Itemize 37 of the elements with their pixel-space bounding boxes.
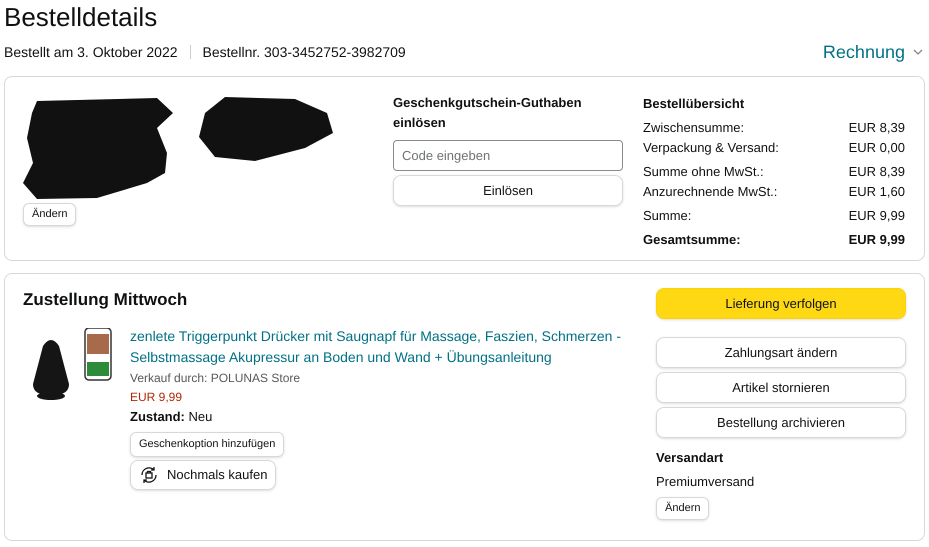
gift-card-title: Geschenkgutschein-Guthaben einlösen (393, 94, 583, 132)
action-button[interactable]: Lieferung verfolgen (656, 288, 906, 319)
chevron-down-icon (913, 49, 923, 55)
delivery-title: Zustellung Mittwoch (23, 289, 188, 311)
shipping-method: Premiumversand (656, 473, 756, 491)
summary-value: EUR 1,60 (848, 183, 905, 201)
seller-text: Verkauf durch: POLUNAS Store (130, 370, 302, 387)
action-button[interactable]: Zahlungsart ändern (656, 337, 906, 368)
condition-text: Zustand: Neu (130, 408, 214, 426)
summary-label: Summe ohne MwSt.: (643, 163, 764, 181)
action-button[interactable]: Bestellung archivieren (656, 407, 906, 438)
product-price: EUR 9,99 (130, 389, 184, 406)
summary-value: EUR 8,39 (848, 163, 905, 181)
summary-value: EUR 9,99 (848, 207, 905, 225)
shipping-title: Versandart (656, 449, 724, 467)
summary-value: EUR 0,00 (848, 139, 905, 157)
buy-again-button[interactable]: Nochmals kaufen (130, 460, 276, 490)
summary-title: Bestellübersicht (643, 95, 746, 113)
summary-label: Zwischensumme: (643, 119, 744, 137)
summary-value: EUR 9,99 (848, 231, 905, 249)
redeem-button[interactable]: Einlösen (393, 175, 623, 206)
gift-option-button[interactable]: Geschenkoption hinzufügen (130, 432, 284, 456)
page-title: Bestelldetails (4, 1, 158, 34)
order-number: Bestellnr. 303-3452752-3982709 (202, 42, 406, 62)
order-date: Bestellt am 3. Oktober 2022 (4, 42, 178, 62)
summary-value: EUR 8,39 (848, 119, 905, 137)
cart-refresh-icon (139, 464, 159, 484)
summary-label: Gesamtsumme: (643, 231, 741, 249)
invoice-dropdown[interactable]: Rechnung (822, 38, 923, 66)
product-title-link[interactable]: zenlete Triggerpunkt Drücker mit Saugnapf für Massage, Faszien, Schmerzen - Selbstmassage Akupressur an Boden und Wand + Übungsanleitung (130, 326, 630, 368)
change-shipping-button[interactable]: Ändern (656, 497, 710, 520)
summary-label: Verpackung & Versand: (643, 139, 779, 157)
summary-label: Summe: (643, 207, 692, 225)
code-input-field[interactable]: Code eingeben (393, 140, 623, 171)
change-address-button[interactable]: Ändern (23, 203, 76, 226)
action-button[interactable]: Artikel stornieren (656, 372, 906, 403)
summary-label: Anzurechnende MwSt.: (643, 183, 778, 201)
